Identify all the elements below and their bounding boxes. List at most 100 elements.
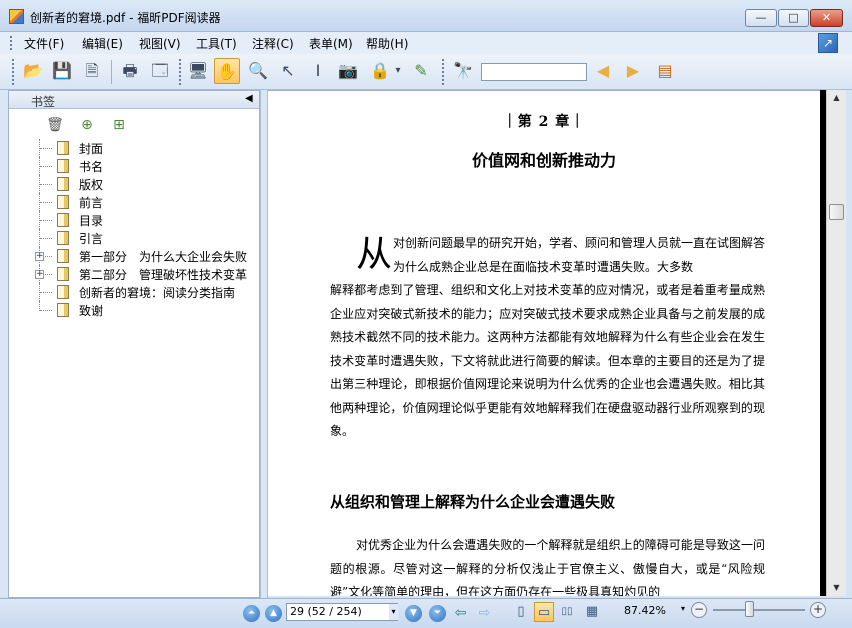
maximize-button[interactable]: □ bbox=[778, 9, 809, 27]
restore-layout-icon[interactable]: ↗ bbox=[818, 33, 838, 53]
status-bar: ⏶ ▲ ▼ ⏷ ⇦ ⇨ bbox=[0, 598, 852, 628]
menu-file[interactable]: 文件(F) bbox=[24, 35, 64, 52]
bookmark-icon bbox=[57, 159, 69, 173]
menu-help[interactable]: 帮助(H) bbox=[366, 35, 408, 52]
collapse-panel-icon[interactable]: ◀ bbox=[245, 93, 253, 104]
back-icon[interactable]: ⇦ bbox=[452, 605, 469, 622]
minimize-button[interactable]: — bbox=[745, 9, 777, 27]
open-icon[interactable]: 📂 bbox=[20, 58, 46, 84]
bookmark-icon bbox=[57, 249, 69, 263]
bookmarks-panel: 书签 ◀ 🗑 ⊕ ⊞ 封面 书名 版权 前言 目录 引言 + 第一部分 为什么大企… bbox=[8, 90, 260, 598]
bookmark-item[interactable]: 致谢 bbox=[39, 301, 257, 319]
bookmark-icon bbox=[57, 177, 69, 191]
expand-icon[interactable]: + bbox=[35, 252, 44, 261]
rms-icon[interactable]: 🔒 bbox=[367, 58, 393, 84]
facing-page-icon[interactable]: ▯▯ bbox=[557, 602, 577, 622]
expand-icon[interactable]: + bbox=[35, 270, 44, 279]
toolbar-grip[interactable] bbox=[179, 59, 181, 85]
page-dropdown-icon[interactable]: ▾ bbox=[389, 604, 398, 620]
menu-form[interactable]: 表单(M) bbox=[309, 35, 353, 52]
zoom-slider-track[interactable] bbox=[713, 609, 805, 611]
window-title: 创新者的窘境.pdf - 福昕PDF阅读器 bbox=[30, 11, 221, 25]
search-input[interactable] bbox=[481, 63, 587, 81]
save-icon[interactable]: 💾 bbox=[49, 58, 75, 84]
toolbar-grip[interactable] bbox=[12, 59, 14, 85]
bookmark-icon bbox=[57, 303, 69, 317]
paragraph-body: 解释都考虑到了管理、组织和文化上对技术变革的应对情况，或者是着重考量成熟企业应对… bbox=[330, 283, 765, 438]
bookmark-icon bbox=[57, 285, 69, 299]
zoom-out-icon[interactable]: − bbox=[691, 602, 707, 618]
paragraph-intro: 对创新问题最早的研究开始，学者、顾问和管理人员就一直在试图解答为什么成熟企业总是… bbox=[393, 236, 766, 274]
prev-page-icon[interactable]: ▲ bbox=[265, 605, 282, 622]
hand-tool-icon[interactable]: ✋ bbox=[214, 58, 240, 84]
properties-icon[interactable]: 🗔 bbox=[147, 58, 173, 84]
menu-view[interactable]: 视图(V) bbox=[139, 35, 181, 52]
search-next-icon[interactable]: ▶ bbox=[620, 58, 646, 84]
bookmark-item[interactable]: 封面 bbox=[39, 139, 257, 157]
bookmark-icon bbox=[57, 195, 69, 209]
find-icon[interactable]: 🔭 bbox=[450, 58, 476, 84]
bookmark-item[interactable]: 目录 bbox=[39, 211, 257, 229]
sign-icon[interactable]: ✎ bbox=[408, 58, 434, 84]
continuous-facing-icon[interactable]: ▦ bbox=[582, 602, 602, 622]
bookmark-item[interactable]: + 第二部分 管理破坏性技术变革 bbox=[35, 265, 257, 283]
bookmarks-title: 书签 bbox=[31, 95, 56, 109]
toolbar: 📂 💾 🗎 🖶 🗔 🖥 ✋ 🔍 ↖ Ⅰ 📷 🔒 ▾ ✎ 🔭 ◀ ▶ ▤ bbox=[0, 54, 852, 90]
bookmark-icon bbox=[57, 213, 69, 227]
bookmark-item[interactable]: 版权 bbox=[39, 175, 257, 193]
menu-comment[interactable]: 注释(C) bbox=[252, 35, 294, 52]
bookmark-tree: 封面 书名 版权 前言 目录 引言 + 第一部分 为什么大企业会失败 + 第二部分 … bbox=[35, 139, 257, 319]
forward-icon[interactable]: ⇨ bbox=[476, 605, 493, 622]
text-select-icon[interactable]: Ⅰ bbox=[305, 58, 331, 84]
zoom-slider-thumb[interactable] bbox=[745, 601, 754, 617]
scroll-thumb[interactable] bbox=[829, 204, 844, 220]
next-page-icon[interactable]: ▼ bbox=[405, 605, 422, 622]
menu-bar: 文件(F) 编辑(E) 视图(V) 工具(T) 注释(C) 表单(M) 帮助(H… bbox=[0, 32, 852, 54]
section-heading: 从组织和管理上解释为什么企业会遭遇失败 bbox=[330, 493, 616, 511]
highlight-icon[interactable]: ▤ bbox=[652, 58, 678, 84]
menu-grip[interactable] bbox=[10, 36, 12, 50]
select-tool-icon[interactable]: ↖ bbox=[275, 58, 301, 84]
zoom-dropdown-icon[interactable]: ▾ bbox=[681, 604, 685, 613]
last-page-icon[interactable]: ⏷ bbox=[429, 605, 446, 622]
vertical-scrollbar[interactable]: ▲ ▼ bbox=[826, 90, 846, 596]
rms-dropdown-icon[interactable]: ▾ bbox=[392, 58, 404, 84]
bookmark-item[interactable]: 书名 bbox=[39, 157, 257, 175]
snapshot-icon[interactable]: 📷 bbox=[335, 58, 361, 84]
menu-edit[interactable]: 编辑(E) bbox=[82, 35, 123, 52]
print-icon[interactable]: 🖶 bbox=[117, 58, 143, 84]
zoom-in-icon[interactable]: + bbox=[810, 602, 826, 618]
single-page-icon[interactable]: ▯ bbox=[511, 602, 531, 622]
fullscreen-icon[interactable]: 🖥 bbox=[185, 58, 211, 84]
continuous-page-icon[interactable]: ▭ bbox=[534, 602, 554, 622]
zoom-level[interactable]: 87.42% bbox=[624, 604, 666, 617]
page-number-field[interactable]: 29 (52 / 254) bbox=[286, 603, 398, 621]
bookmark-item[interactable]: 前言 bbox=[39, 193, 257, 211]
document-view[interactable]: ｜第 2 章｜ 价值网和创新推动力 从 对创新问题最早的研究开始，学者、顾问和管… bbox=[268, 90, 820, 596]
bookmark-item[interactable]: + 第一部分 为什么大企业会失败 bbox=[35, 247, 257, 265]
bookmark-item[interactable]: 创新者的窘境：阅读分类指南 bbox=[39, 283, 257, 301]
paragraph-section: 对优秀企业为什么会遭遇失败的一个解释就是组织上的障碍可能是导致这一问题的根源。尽… bbox=[330, 538, 765, 596]
chapter-title: 价值网和创新推动力 bbox=[471, 151, 616, 170]
scroll-up-icon[interactable]: ▲ bbox=[827, 90, 846, 106]
close-button[interactable]: ✕ bbox=[810, 9, 843, 27]
first-page-icon[interactable]: ⏶ bbox=[243, 605, 260, 622]
bookmark-item[interactable]: 引言 bbox=[39, 229, 257, 247]
bookmark-tools: 🗑 ⊕ ⊞ bbox=[39, 109, 259, 139]
pdf-page: ｜第 2 章｜ 价值网和创新推动力 从 对创新问题最早的研究开始，学者、顾问和管… bbox=[268, 91, 820, 596]
panel-splitter[interactable] bbox=[260, 90, 268, 598]
delete-bookmark-icon[interactable]: 🗑 bbox=[45, 115, 65, 135]
save-as-icon[interactable]: 🗎 bbox=[79, 58, 105, 84]
app-icon bbox=[9, 9, 24, 24]
search-prev-icon[interactable]: ◀ bbox=[590, 58, 616, 84]
bookmarks-header: 书签 ◀ bbox=[9, 91, 259, 109]
menu-tools[interactable]: 工具(T) bbox=[196, 35, 237, 52]
drop-cap: 从 bbox=[356, 234, 393, 275]
toolbar-grip[interactable] bbox=[442, 59, 444, 85]
add-bookmark-icon[interactable]: ⊕ bbox=[77, 115, 97, 135]
zoom-tool-icon[interactable]: 🔍 bbox=[245, 58, 271, 84]
bookmark-icon bbox=[57, 141, 69, 155]
chapter-number: ｜第 2 章｜ bbox=[502, 114, 586, 130]
scroll-down-icon[interactable]: ▼ bbox=[827, 580, 846, 596]
add-child-bookmark-icon[interactable]: ⊞ bbox=[109, 115, 129, 135]
